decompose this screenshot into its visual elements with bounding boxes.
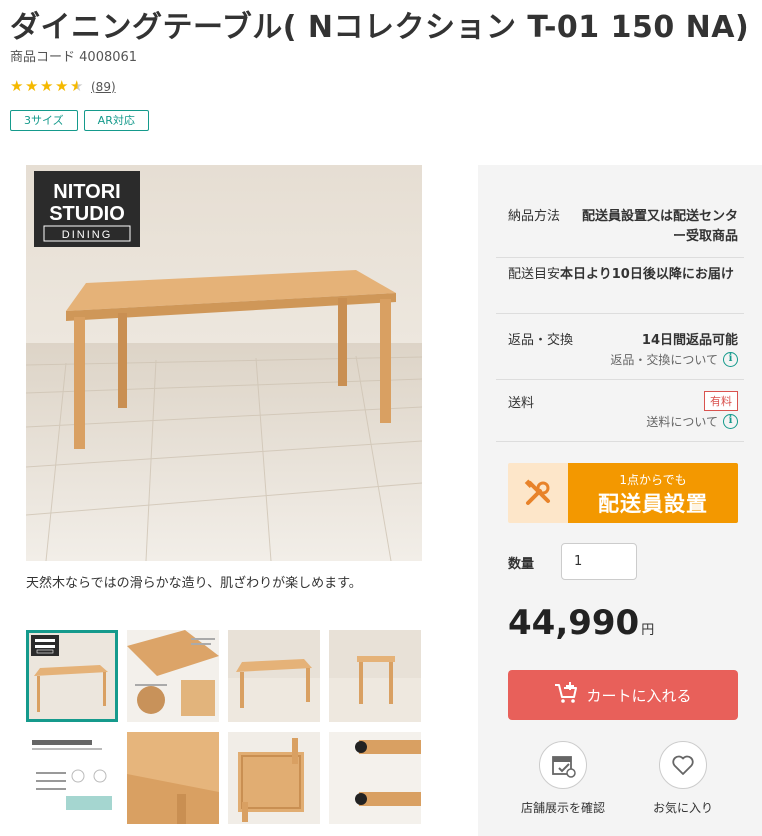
rating: ★ ★ ★ ★ ★ (89) (10, 79, 116, 94)
return-info-label: 返品・交換について (610, 353, 718, 367)
store-stock-label: 店舗展示を確認 (520, 801, 605, 815)
star-icon: ★ (40, 77, 54, 95)
tools-icon (508, 463, 568, 523)
product-code-label: 商品コード (10, 50, 76, 65)
thumbnail-3[interactable] (228, 630, 320, 722)
tag-sizes[interactable]: 3サイズ (10, 110, 78, 131)
divider (496, 313, 744, 314)
thumbnail-6[interactable] (127, 732, 219, 824)
tag-ar[interactable]: AR対応 (83, 110, 149, 131)
return-info-link[interactable]: 返品・交換について i (508, 351, 738, 368)
main-product-image[interactable]: NITORI STUDIO DINING (26, 165, 422, 561)
store-stock-button[interactable]: 店舗展示を確認 (518, 741, 608, 816)
tag-list: 3サイズ AR対応 (10, 110, 149, 131)
banner-title: 配送員設置 (598, 492, 708, 516)
brand-logo-line1: NITORI (53, 181, 120, 203)
star-icon: ★ (10, 77, 24, 95)
info-icon: i (723, 352, 738, 367)
thumbnail-8[interactable] (329, 732, 421, 824)
paid-badge: 有料 (704, 391, 738, 411)
thumbnail-gallery (26, 630, 422, 824)
heart-icon (659, 741, 707, 789)
star-icon: ★ (55, 77, 69, 95)
thumbnail-7[interactable] (228, 732, 320, 824)
delivery-method-label: 納品方法 (508, 209, 561, 224)
quantity-label: 数量 (508, 557, 535, 572)
shipping-info-label: 送料について (646, 415, 718, 429)
favorite-label: お気に入り (652, 801, 713, 815)
banner-subtitle: 1点からでも (619, 473, 687, 487)
delivery-estimate-value: 本日より10日後以降にお届け (560, 267, 734, 282)
half-star-icon: ★ (70, 77, 84, 95)
add-to-cart-button[interactable]: カートに入れる (508, 670, 738, 720)
shipping-label: 送料 (508, 395, 535, 411)
return-row: 返品・交換 14日間返品可能 (508, 329, 738, 348)
brand-logo-line3: DINING (62, 229, 113, 241)
price-value: 44,990 (508, 603, 640, 643)
delivery-estimate-label: 配送目安 (508, 267, 561, 282)
delivery-estimate-row: 配送目安本日より10日後以降にお届け (508, 265, 738, 285)
divider (496, 257, 744, 258)
favorite-button[interactable]: お気に入り (638, 741, 728, 816)
shipping-info-link[interactable]: 送料について i (508, 413, 738, 430)
add-to-cart-label: カートに入れる (586, 686, 692, 705)
product-code: 商品コード 4008061 (10, 46, 137, 65)
purchase-panel: 納品方法 配送員設置又は配送センター受取商品 配送目安本日より10日後以降にお届… (478, 165, 762, 836)
product-code-value: 4008061 (79, 50, 138, 65)
cart-icon (554, 682, 578, 708)
product-title: ダイニングテーブル( Nコレクション T-01 150 NA) (10, 10, 750, 45)
delivery-method-value: 配送員設置又は配送センター受取商品 (581, 209, 738, 244)
price-currency: 円 (641, 623, 655, 638)
thumbnail-1[interactable] (26, 630, 118, 722)
review-count-link[interactable]: (89) (91, 80, 116, 94)
quantity-input[interactable] (561, 543, 637, 580)
shipping-row: 送料 有料 (508, 391, 738, 411)
return-label: 返品・交換 (508, 333, 574, 348)
thumbnail-4[interactable] (329, 630, 421, 722)
star-icon: ★ (25, 77, 39, 95)
thumbnail-2[interactable] (127, 630, 219, 722)
brand-logo-line2: STUDIO (49, 203, 125, 225)
divider (496, 379, 744, 380)
price: 44,990 円 (508, 603, 654, 643)
delivery-method-row: 納品方法 配送員設置又は配送センター受取商品 (508, 207, 738, 247)
return-value: 14日間返品可能 (641, 333, 738, 348)
store-calendar-icon (539, 741, 587, 789)
thumbnail-5[interactable] (26, 732, 118, 824)
delivery-install-banner[interactable]: 1点からでも 配送員設置 (508, 463, 738, 523)
info-icon: i (723, 414, 738, 429)
image-caption: 天然木ならではの滑らかな造り、肌ざわりが楽しめます。 (26, 576, 362, 591)
divider (496, 441, 744, 442)
